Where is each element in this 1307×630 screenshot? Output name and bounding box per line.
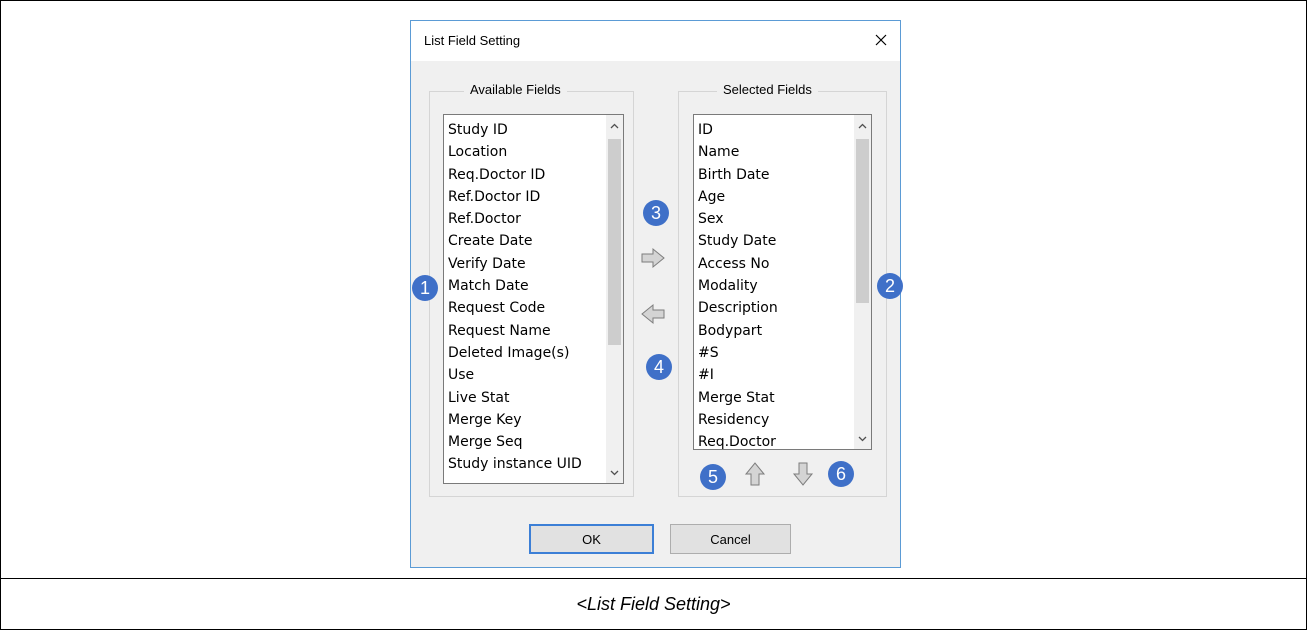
arrow-down-icon: [792, 462, 814, 486]
move-down-button[interactable]: [792, 461, 814, 487]
callout-badge-3: 3: [643, 200, 669, 226]
scroll-thumb[interactable]: [608, 139, 621, 345]
callout-badge-6: 6: [828, 461, 854, 487]
list-item[interactable]: Modality: [698, 275, 853, 297]
list-item[interactable]: Bodypart: [698, 320, 853, 342]
list-item[interactable]: Ref.Doctor ID: [448, 186, 605, 208]
list-item[interactable]: Name: [698, 141, 853, 163]
list-item[interactable]: Match Date: [448, 275, 605, 297]
list-item[interactable]: Age: [698, 186, 853, 208]
chevron-down-icon: [610, 470, 619, 475]
callout-badge-2: 2: [877, 273, 903, 299]
list-item[interactable]: Request Name: [448, 320, 605, 342]
callout-badge-1: 1: [412, 275, 438, 301]
available-fields-label: Available Fields: [464, 82, 567, 97]
scroll-up-button[interactable]: [854, 117, 871, 134]
list-item[interactable]: Residency: [698, 409, 853, 431]
list-item[interactable]: Live Stat: [448, 387, 605, 409]
scroll-down-button[interactable]: [606, 464, 623, 481]
list-item[interactable]: Birth Date: [698, 164, 853, 186]
list-item[interactable]: ID: [698, 119, 853, 141]
list-item[interactable]: Merge Key: [448, 409, 605, 431]
list-item[interactable]: Study Date: [698, 230, 853, 252]
dialog-title: List Field Setting: [424, 33, 521, 48]
close-button[interactable]: [868, 27, 894, 53]
add-field-button[interactable]: [640, 247, 666, 269]
list-item[interactable]: Req.Doctor: [698, 431, 853, 449]
list-item[interactable]: Merge Seq: [448, 431, 605, 453]
list-item[interactable]: Study instance UID: [448, 453, 605, 475]
callout-badge-4: 4: [646, 354, 672, 380]
list-item[interactable]: Create Date: [448, 230, 605, 252]
list-item[interactable]: #I: [698, 364, 853, 386]
list-item[interactable]: Req.Doctor ID: [448, 164, 605, 186]
list-item[interactable]: Sex: [698, 208, 853, 230]
available-fields-items: Study ID Location Req.Doctor ID Ref.Doctor …: [448, 119, 605, 476]
selected-fields-items: ID Name Birth Date Age Sex Study Date Access N…: [698, 119, 853, 449]
list-item[interactable]: Access No: [698, 253, 853, 275]
arrow-up-icon: [744, 462, 766, 486]
chevron-up-icon: [858, 123, 867, 128]
chevron-down-icon: [858, 436, 867, 441]
list-item[interactable]: Verify Date: [448, 253, 605, 275]
arrow-right-icon: [641, 247, 665, 269]
list-item[interactable]: Location: [448, 141, 605, 163]
arrow-left-icon: [641, 303, 665, 325]
chevron-up-icon: [610, 123, 619, 128]
available-fields-scrollbar[interactable]: [606, 115, 623, 483]
close-icon: [875, 34, 887, 46]
ok-button[interactable]: OK: [529, 524, 654, 554]
list-item[interactable]: Description: [698, 297, 853, 319]
available-fields-list[interactable]: Study ID Location Req.Doctor ID Ref.Doctor …: [443, 114, 624, 484]
figure-caption: <List Field Setting>: [576, 594, 731, 614]
list-item[interactable]: Ref.Doctor: [448, 208, 605, 230]
selected-fields-scrollbar[interactable]: [854, 115, 871, 449]
scroll-down-button[interactable]: [854, 430, 871, 447]
title-bar: List Field Setting: [411, 21, 900, 61]
selected-fields-label: Selected Fields: [717, 82, 818, 97]
list-item[interactable]: Deleted Image(s): [448, 342, 605, 364]
cancel-button[interactable]: Cancel: [670, 524, 791, 554]
list-item[interactable]: Request Code: [448, 297, 605, 319]
list-item[interactable]: #S: [698, 342, 853, 364]
callout-badge-5: 5: [700, 464, 726, 490]
list-item[interactable]: Use: [448, 364, 605, 386]
move-up-button[interactable]: [744, 461, 766, 487]
list-item[interactable]: Merge Stat: [698, 387, 853, 409]
list-item[interactable]: Study ID: [448, 119, 605, 141]
list-field-setting-dialog: List Field Setting Available Fields Stud…: [410, 20, 901, 568]
selected-fields-list[interactable]: ID Name Birth Date Age Sex Study Date Access N…: [693, 114, 872, 450]
scroll-up-button[interactable]: [606, 117, 623, 134]
remove-field-button[interactable]: [640, 303, 666, 325]
scroll-thumb[interactable]: [856, 139, 869, 303]
